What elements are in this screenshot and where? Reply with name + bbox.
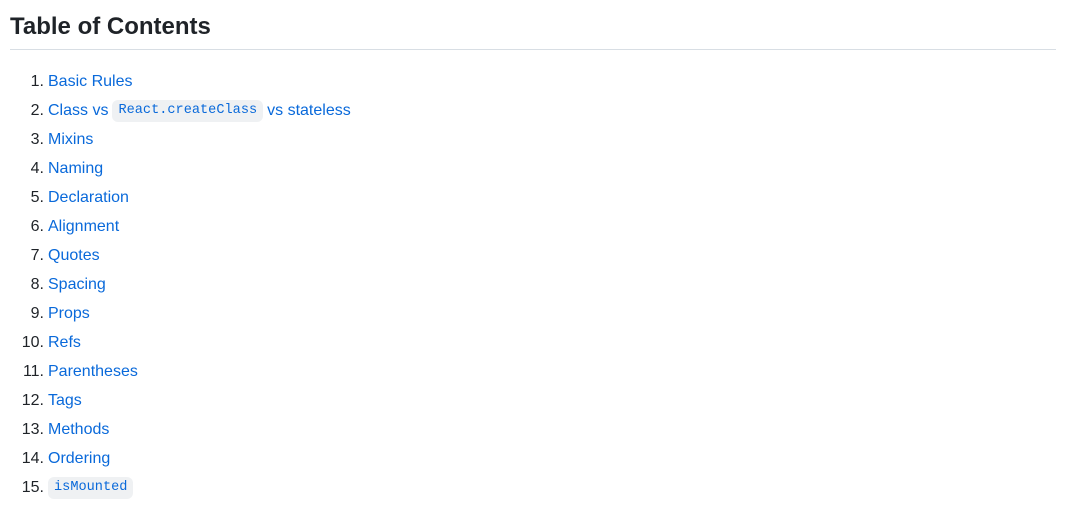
toc-link-methods[interactable]: Methods bbox=[48, 415, 109, 444]
list-item: 8 Spacing bbox=[10, 270, 1056, 299]
toc-link-basic-rules[interactable]: Basic Rules bbox=[48, 67, 132, 96]
link-label: Refs bbox=[48, 334, 81, 351]
item-number: 8 bbox=[10, 270, 44, 299]
link-label: Mixins bbox=[48, 131, 94, 148]
toc-link-refs[interactable]: Refs bbox=[48, 328, 81, 357]
item-number: 15 bbox=[10, 473, 44, 502]
toc-link-declaration[interactable]: Declaration bbox=[48, 183, 129, 212]
link-label: Props bbox=[48, 305, 90, 322]
item-number: 11 bbox=[10, 357, 44, 386]
markdown-document: Table of Contents 1 Basic Rules 2 Class … bbox=[10, 0, 1056, 502]
item-number: 4 bbox=[10, 154, 44, 183]
list-item: 2 Class vs React.createClass vs stateles… bbox=[10, 96, 1056, 125]
item-number: 2 bbox=[10, 96, 44, 125]
link-label: Quotes bbox=[48, 247, 100, 264]
inline-code: isMounted bbox=[48, 476, 134, 499]
toc-link-naming[interactable]: Naming bbox=[48, 154, 103, 183]
list-item: 15 isMounted bbox=[10, 473, 1056, 502]
list-item: 7 Quotes bbox=[10, 241, 1056, 270]
toc-link-quotes[interactable]: Quotes bbox=[48, 241, 100, 270]
item-number: 12 bbox=[10, 386, 44, 415]
link-label: vs stateless bbox=[267, 102, 351, 119]
link-label: Tags bbox=[48, 392, 82, 409]
item-number: 6 bbox=[10, 212, 44, 241]
list-item: 13 Methods bbox=[10, 415, 1056, 444]
page-title: Table of Contents bbox=[10, 0, 1056, 50]
list-item: 6 Alignment bbox=[10, 212, 1056, 241]
list-item: 3 Mixins bbox=[10, 125, 1056, 154]
link-label: Class vs bbox=[48, 102, 109, 119]
list-item: 1 Basic Rules bbox=[10, 67, 1056, 96]
toc-link-ismounted[interactable]: isMounted bbox=[48, 476, 137, 499]
toc-link-props[interactable]: Props bbox=[48, 299, 90, 328]
item-number: 13 bbox=[10, 415, 44, 444]
link-label: Parentheses bbox=[48, 363, 138, 380]
toc-link-class-vs-createclass[interactable]: Class vs React.createClass vs stateless bbox=[48, 96, 351, 125]
item-number: 10 bbox=[10, 328, 44, 357]
toc-list: 1 Basic Rules 2 Class vs React.createCla… bbox=[10, 67, 1056, 502]
list-item: 5 Declaration bbox=[10, 183, 1056, 212]
list-item: 11 Parentheses bbox=[10, 357, 1056, 386]
item-number: 9 bbox=[10, 299, 44, 328]
list-item: 10 Refs bbox=[10, 328, 1056, 357]
link-label: Methods bbox=[48, 421, 110, 438]
link-label: Ordering bbox=[48, 450, 111, 467]
item-number: 14 bbox=[10, 444, 44, 473]
item-number: 5 bbox=[10, 183, 44, 212]
link-label: Spacing bbox=[48, 276, 106, 293]
toc-link-parentheses[interactable]: Parentheses bbox=[48, 357, 138, 386]
link-label: Alignment bbox=[48, 218, 120, 235]
inline-code: React.createClass bbox=[112, 99, 264, 122]
link-label: Declaration bbox=[48, 189, 129, 206]
toc-link-tags[interactable]: Tags bbox=[48, 386, 82, 415]
toc-link-alignment[interactable]: Alignment bbox=[48, 212, 119, 241]
item-number: 3 bbox=[10, 125, 44, 154]
link-label: Basic Rules bbox=[48, 73, 133, 90]
list-item: 9 Props bbox=[10, 299, 1056, 328]
link-label: Naming bbox=[48, 160, 104, 177]
list-item: 14 Ordering bbox=[10, 444, 1056, 473]
toc-link-ordering[interactable]: Ordering bbox=[48, 444, 110, 473]
item-number: 1 bbox=[10, 67, 44, 96]
item-number: 7 bbox=[10, 241, 44, 270]
toc-link-spacing[interactable]: Spacing bbox=[48, 270, 106, 299]
list-item: 4 Naming bbox=[10, 154, 1056, 183]
list-item: 12 Tags bbox=[10, 386, 1056, 415]
toc-link-mixins[interactable]: Mixins bbox=[48, 125, 93, 154]
